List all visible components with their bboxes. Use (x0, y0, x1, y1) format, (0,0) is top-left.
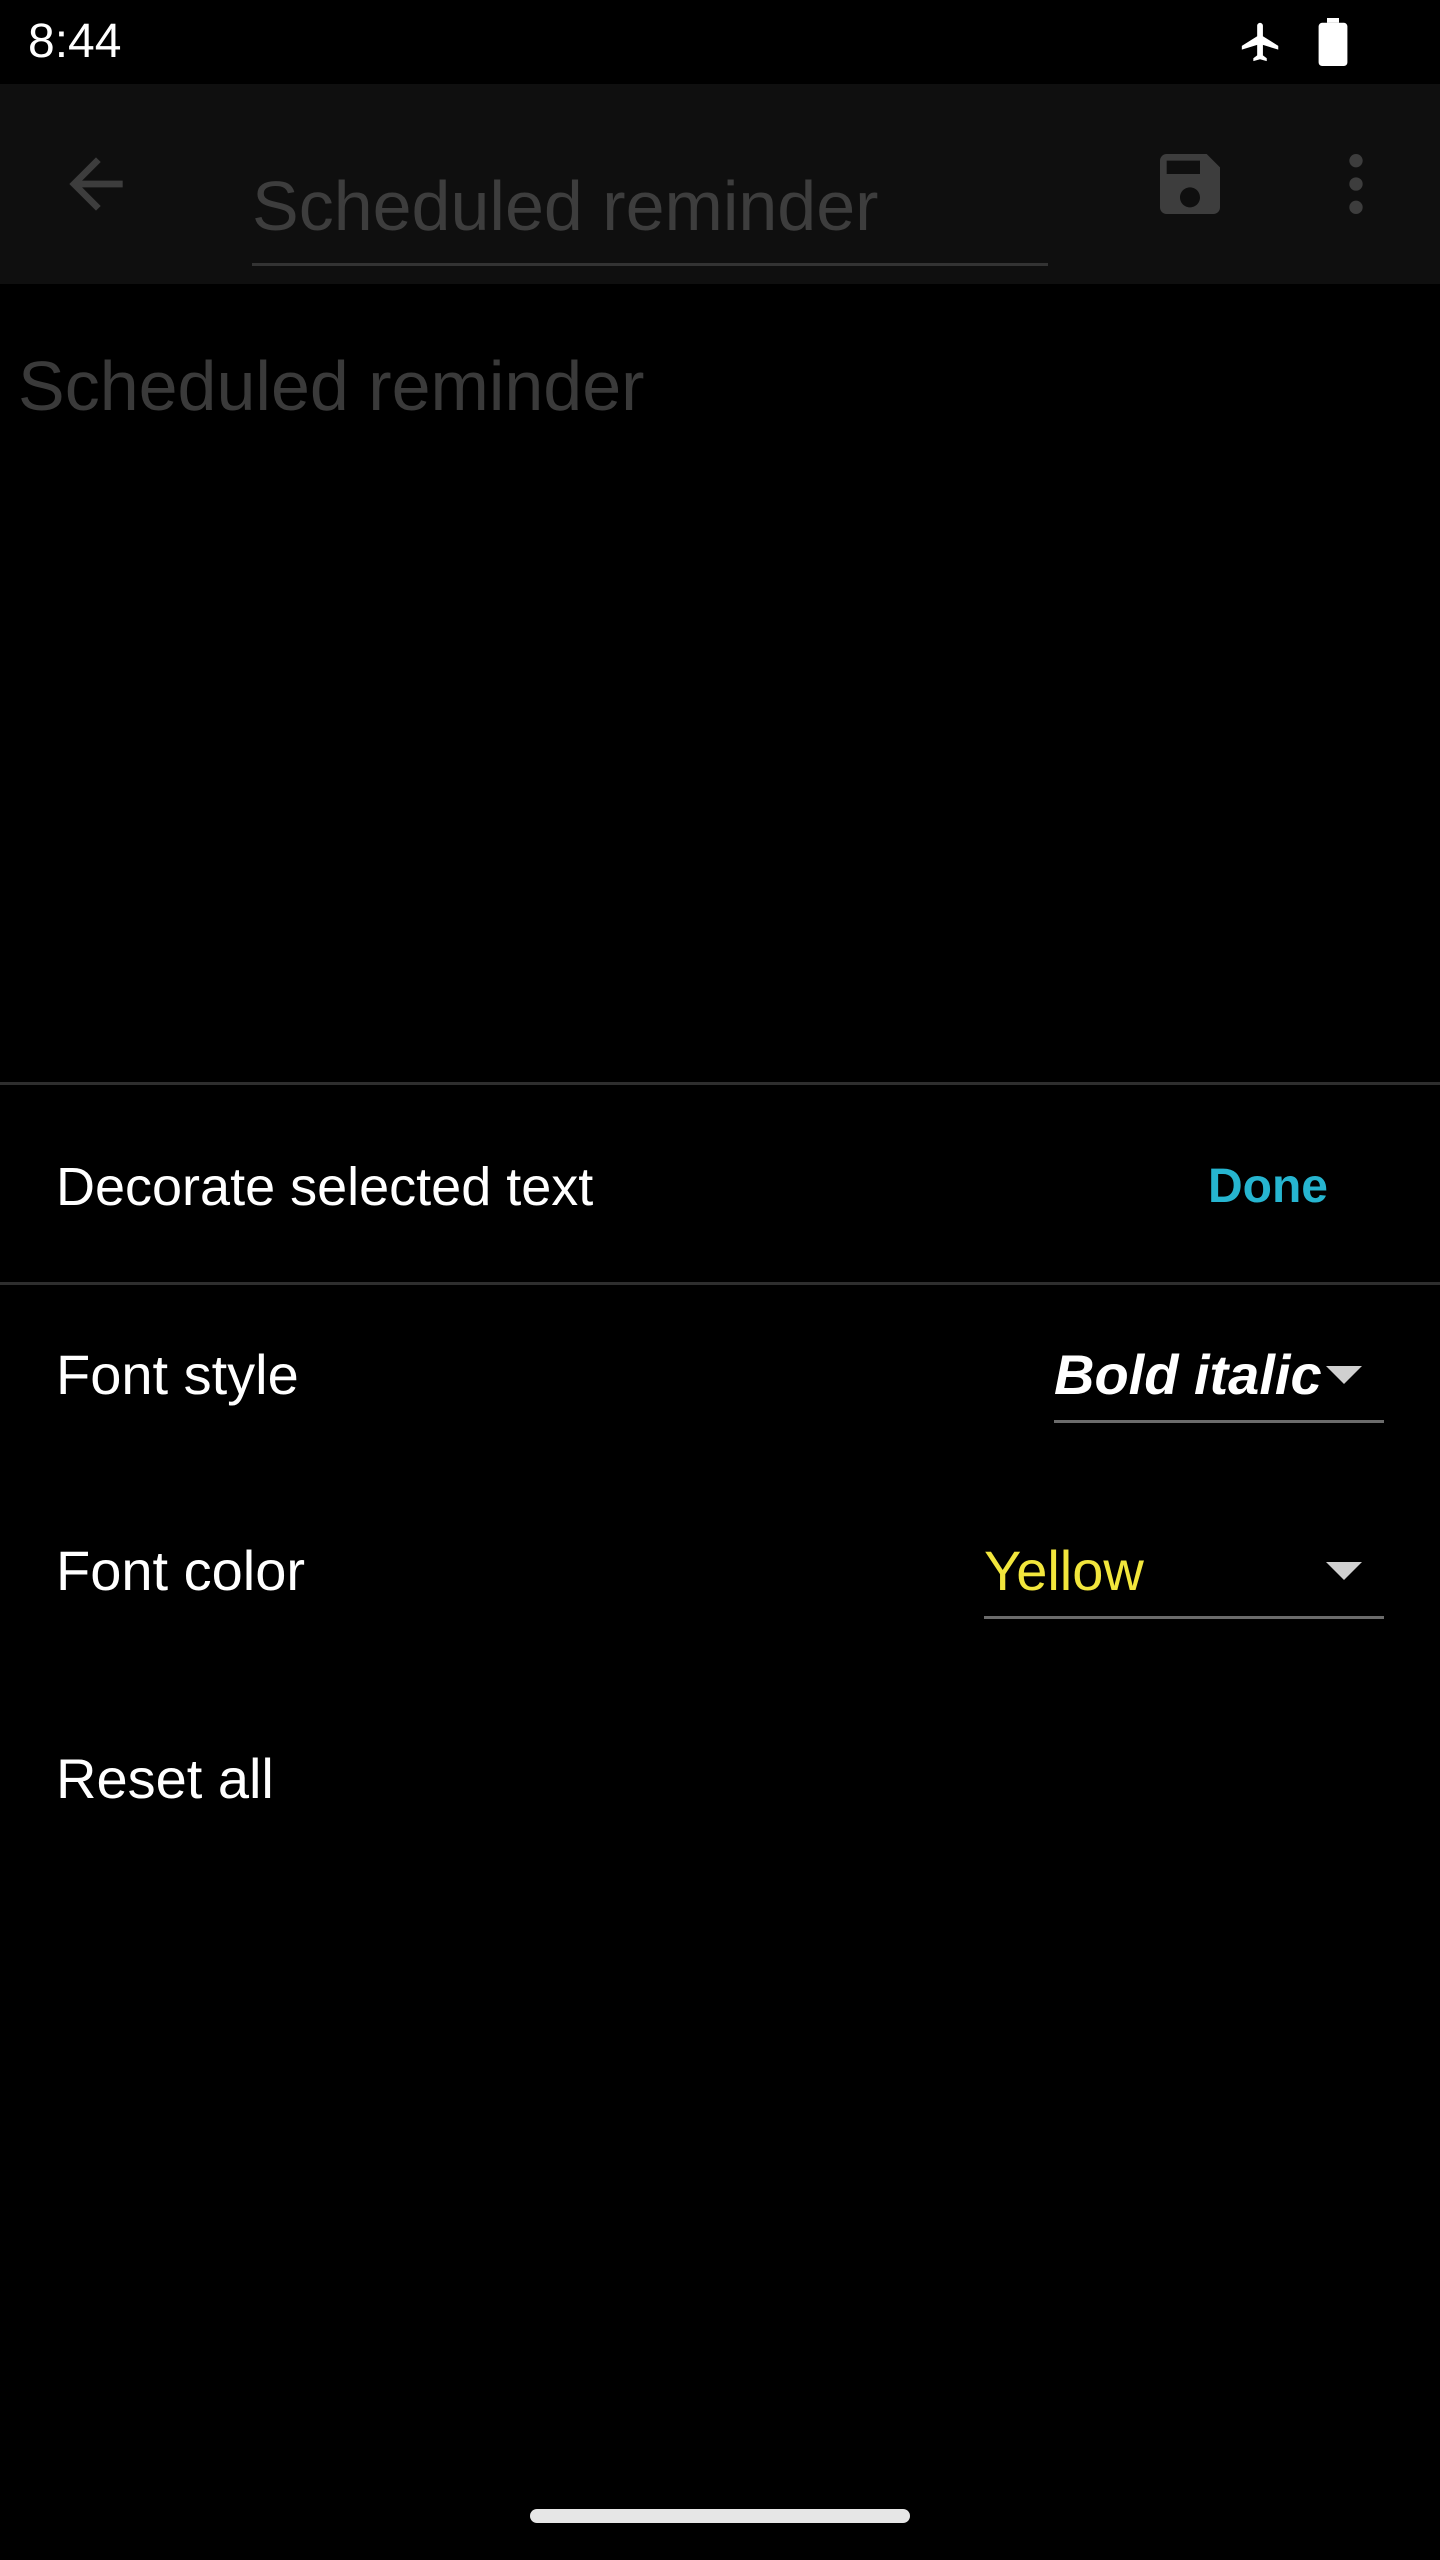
done-button[interactable]: Done (1208, 1155, 1328, 1219)
font-style-dropdown[interactable]: Bold italic (1054, 1325, 1384, 1423)
note-body-text: Scheduled reminder (18, 347, 645, 425)
font-color-label: Font color (56, 1539, 305, 1602)
dropdown-arrow-icon (1326, 1366, 1362, 1384)
note-title-input[interactable]: Scheduled reminder (252, 120, 1048, 266)
airplane-mode-icon (1238, 18, 1284, 66)
reset-all-button[interactable]: Reset all (56, 1747, 274, 1811)
sheet-header: Decorate selected text Done (0, 1085, 1440, 1285)
font-color-dropdown[interactable]: Yellow (984, 1521, 1384, 1619)
sheet-title: Decorate selected text (56, 1157, 594, 1217)
more-options-button[interactable] (1316, 144, 1396, 224)
save-icon (1160, 154, 1220, 214)
back-button[interactable] (56, 144, 136, 224)
screen: 8:44 Scheduled reminder Scheduled remind… (0, 0, 1440, 2560)
save-button[interactable] (1150, 144, 1230, 224)
status-icons (1238, 16, 1348, 68)
dropdown-arrow-icon (1326, 1562, 1362, 1580)
decorate-text-sheet: Decorate selected text Done Font style B… (0, 1082, 1440, 2560)
note-body: Scheduled reminder (0, 284, 1440, 1084)
font-style-value: Bold italic (1054, 1343, 1322, 1406)
note-title-value: Scheduled reminder (252, 167, 879, 245)
arrow-back-icon (69, 157, 123, 211)
more-vert-icon (1349, 154, 1363, 214)
battery-icon (1318, 18, 1348, 66)
font-color-value: Yellow (984, 1539, 1144, 1602)
status-time: 8:44 (28, 15, 122, 68)
app-bar: Scheduled reminder (0, 84, 1440, 284)
status-bar: 8:44 (0, 0, 1440, 84)
font-style-label: Font style (56, 1343, 299, 1406)
home-indicator[interactable] (530, 2509, 910, 2523)
